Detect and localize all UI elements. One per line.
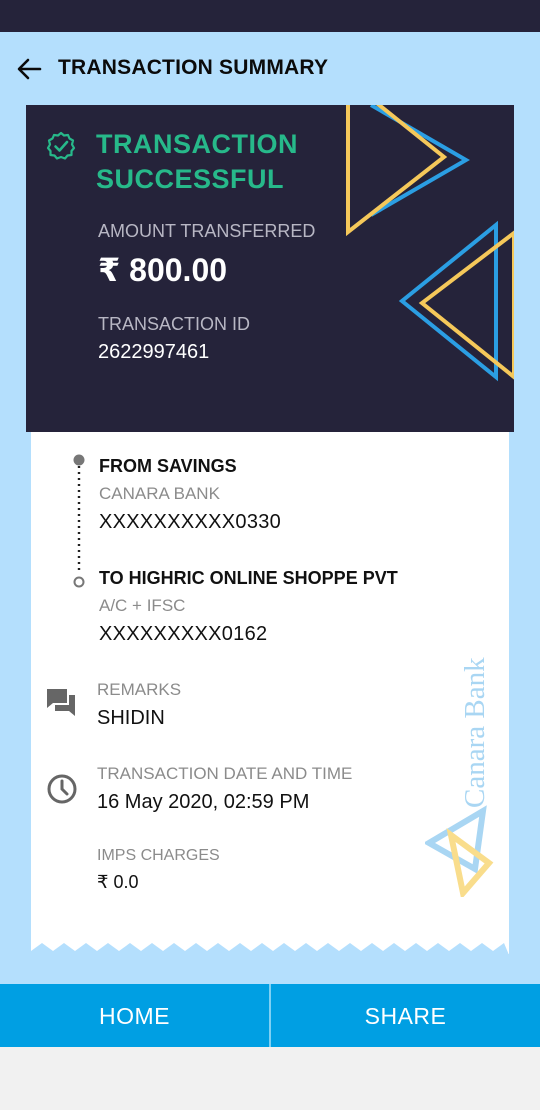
page-title: TRANSACTION SUMMARY xyxy=(58,56,329,79)
amount-value: ₹ 800.00 xyxy=(98,252,228,288)
imps-charges-label: IMPS CHARGES xyxy=(97,847,220,864)
imps-charges-value: ₹ 0.0 xyxy=(97,872,139,892)
transaction-id-value: 2622997461 xyxy=(98,341,210,363)
datetime-value: 16 May 2020, 02:59 PM xyxy=(97,791,310,813)
from-title: FROM SAVINGS xyxy=(99,456,237,476)
canara-bank-logo xyxy=(425,805,494,897)
status-bar xyxy=(0,0,540,32)
from-account: XXXXXXXXXX0330 xyxy=(99,511,282,533)
home-button[interactable]: HOME xyxy=(0,984,269,1047)
transaction-status-card: TRANSACTION SUCCESSFUL AMOUNT TRANSFERRE… xyxy=(26,105,514,432)
status-title-line1: TRANSACTION xyxy=(96,129,298,159)
remarks-value: SHIDIN xyxy=(97,707,165,729)
remarks-label: REMARKS xyxy=(97,680,182,699)
to-account: XXXXXXXXX0162 xyxy=(99,623,268,645)
amount-label: AMOUNT TRANSFERRED xyxy=(98,221,316,241)
from-bank: CANARA BANK xyxy=(99,484,220,503)
bottom-blank-area xyxy=(0,1047,540,1110)
datetime-label: TRANSACTION DATE AND TIME xyxy=(97,764,353,783)
arrow-left-icon[interactable] xyxy=(14,54,44,84)
chat-bubbles-icon xyxy=(47,689,75,716)
to-type: A/C + IFSC xyxy=(99,596,186,615)
canara-bank-watermark: Canara Bank xyxy=(459,657,491,808)
route-connector xyxy=(73,454,85,588)
clock-icon xyxy=(47,774,77,804)
share-button[interactable]: SHARE xyxy=(271,984,540,1047)
check-circle-icon xyxy=(46,131,76,160)
receipt-zigzag-edge xyxy=(31,943,509,955)
bottom-actions: HOME SHARE xyxy=(0,984,540,1047)
transaction-id-label: TRANSACTION ID xyxy=(98,314,251,334)
status-title-line2: SUCCESSFUL xyxy=(96,164,285,194)
to-title: TO HIGHRIC ONLINE SHOPPE PVT xyxy=(99,568,398,588)
watermark-text: Canara Bank xyxy=(459,657,491,808)
top-bar: TRANSACTION SUMMARY xyxy=(0,32,540,106)
